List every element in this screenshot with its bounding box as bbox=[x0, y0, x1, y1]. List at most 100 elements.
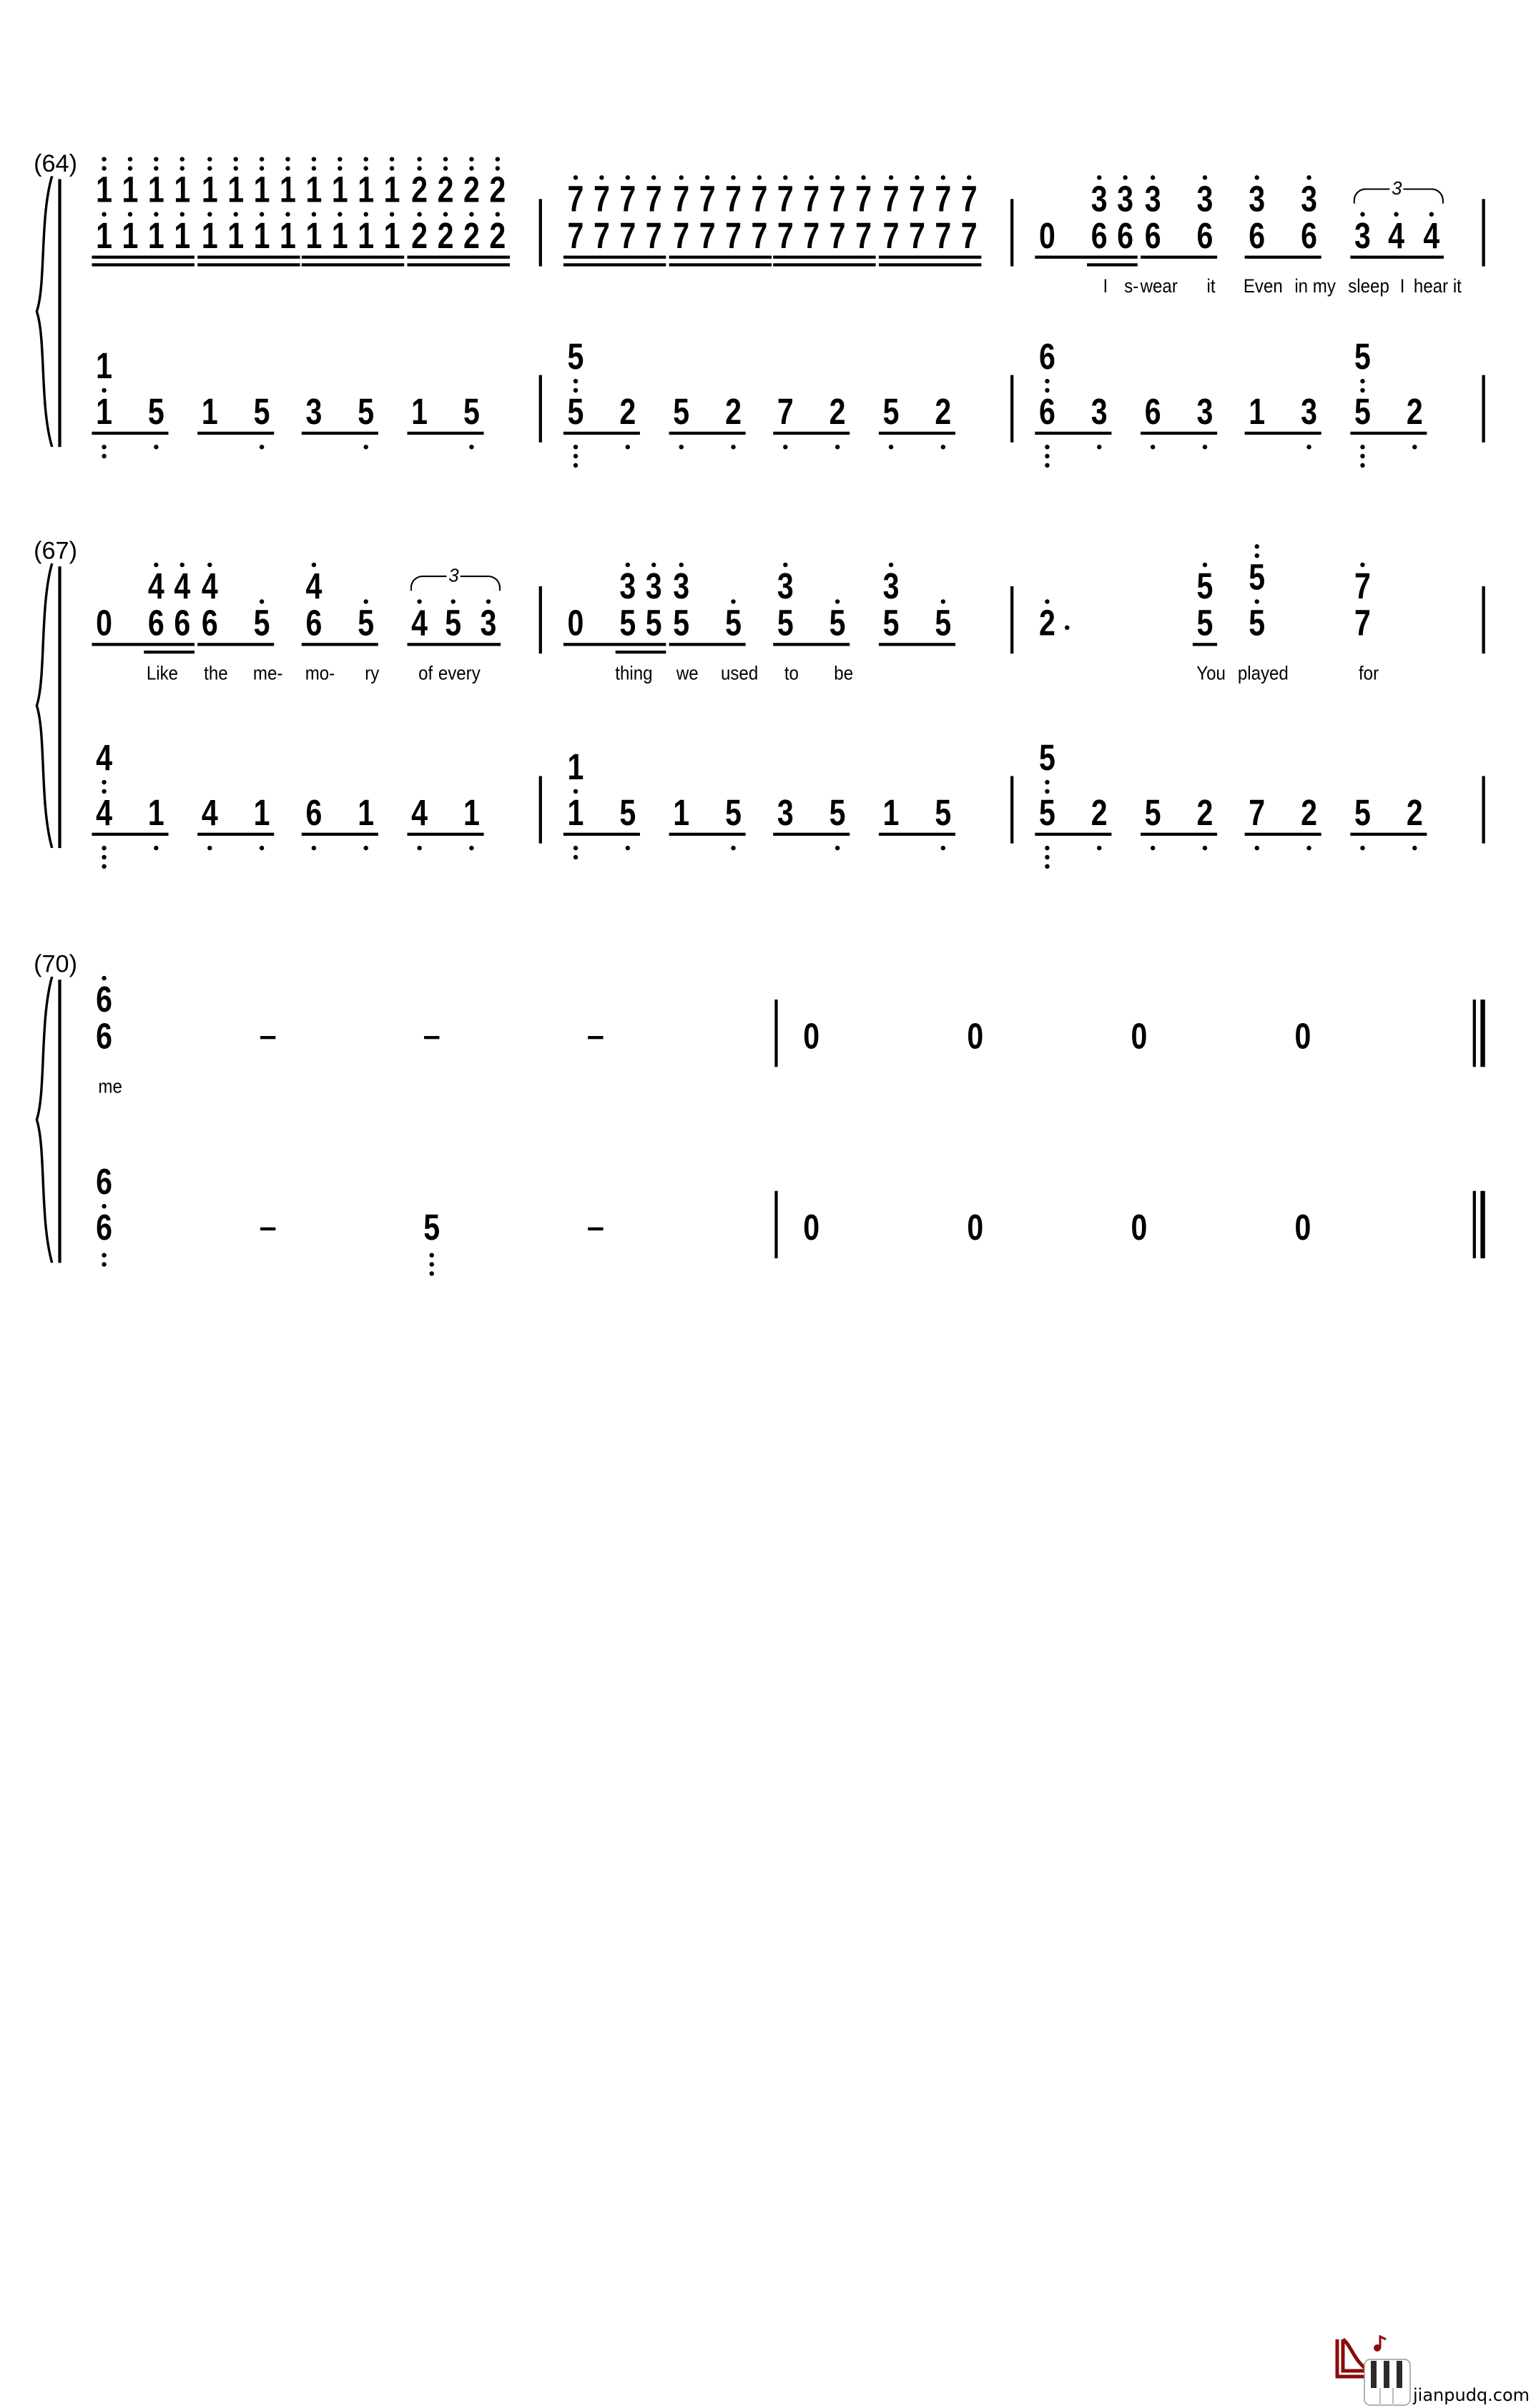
note-digit: 5 bbox=[253, 603, 270, 645]
note-digit: 7 bbox=[619, 179, 636, 221]
underline-beam bbox=[1087, 263, 1138, 267]
lyric-syllable: Even bbox=[1243, 275, 1283, 297]
note-digit: 7 bbox=[830, 179, 847, 221]
note-digit: 5 bbox=[445, 603, 462, 645]
low-octave-dot bbox=[835, 444, 840, 450]
underline-beam bbox=[668, 255, 772, 260]
note-digit: 3 bbox=[672, 566, 689, 608]
rest-note: 0 bbox=[803, 1016, 820, 1058]
logo-url: jianpudq.com bbox=[1413, 2385, 1530, 2405]
note-digit: 5 bbox=[1038, 793, 1055, 834]
note-digit: 7 bbox=[751, 179, 768, 221]
high-octave-dot bbox=[416, 166, 421, 171]
high-octave-dot bbox=[102, 166, 107, 171]
brace-icon bbox=[35, 563, 54, 849]
underline-beam bbox=[301, 263, 405, 267]
underline-beam bbox=[301, 255, 405, 260]
underline-beam bbox=[1139, 832, 1217, 837]
underline-beam bbox=[1035, 431, 1112, 435]
note-digit: 7 bbox=[777, 179, 794, 221]
high-octave-dot bbox=[364, 157, 369, 162]
note-digit: 1 bbox=[358, 215, 375, 257]
low-octave-dot bbox=[259, 444, 264, 450]
note-digit: 1 bbox=[174, 169, 192, 212]
high-octave-dot bbox=[338, 166, 343, 171]
underline-beam bbox=[1244, 431, 1322, 435]
note-digit: 4 bbox=[305, 566, 323, 608]
note-digit: 5 bbox=[724, 793, 742, 834]
low-octave-dot bbox=[940, 444, 945, 450]
underline-beam bbox=[406, 431, 484, 435]
note-digit: 1 bbox=[882, 793, 899, 834]
low-octave-dot bbox=[364, 845, 369, 851]
underline-beam bbox=[197, 431, 274, 435]
low-octave-dot bbox=[678, 444, 683, 450]
high-octave-dot bbox=[599, 175, 604, 180]
note-digit: 1 bbox=[96, 215, 113, 257]
lyric-syllable: I bbox=[1103, 275, 1108, 297]
low-octave-dot bbox=[311, 845, 317, 851]
note-digit: 5 bbox=[423, 1208, 440, 1250]
note-digit: 7 bbox=[567, 215, 584, 257]
rest-note: 0 bbox=[1294, 1208, 1311, 1250]
high-octave-dot bbox=[390, 212, 395, 217]
note-digit: 6 bbox=[96, 1016, 113, 1058]
high-octave-dot bbox=[495, 157, 500, 162]
high-octave-dot bbox=[651, 175, 657, 180]
high-octave-dot bbox=[311, 157, 317, 162]
high-octave-dot bbox=[443, 212, 448, 217]
low-octave-dot bbox=[783, 444, 788, 450]
low-octave-dot bbox=[573, 789, 579, 794]
underline-beam bbox=[92, 255, 195, 260]
note-digit: 1 bbox=[96, 345, 113, 388]
note-digit: 5 bbox=[253, 392, 270, 433]
high-octave-dot bbox=[1202, 175, 1207, 180]
low-octave-dot bbox=[1045, 845, 1050, 851]
note-digit: 1 bbox=[174, 215, 192, 257]
lyric-syllable: Like bbox=[147, 663, 179, 685]
underline-beam bbox=[197, 263, 300, 267]
low-octave-dot bbox=[1202, 845, 1207, 851]
note-digit: 3 bbox=[1301, 392, 1318, 433]
note-digit: 2 bbox=[489, 169, 506, 212]
underline-beam bbox=[563, 255, 667, 260]
note-digit: 7 bbox=[777, 392, 794, 433]
underline-beam bbox=[301, 832, 379, 837]
barline bbox=[538, 586, 542, 654]
note-digit: 2 bbox=[1196, 793, 1213, 834]
low-octave-dot bbox=[1045, 789, 1050, 794]
high-octave-dot bbox=[495, 166, 500, 171]
low-octave-dot bbox=[154, 444, 159, 450]
note-digit: 5 bbox=[1196, 566, 1213, 608]
lyric-syllable: to bbox=[784, 663, 799, 685]
note-digit: 6 bbox=[1038, 392, 1055, 433]
note-digit: 7 bbox=[751, 215, 768, 257]
note-digit: 3 bbox=[1143, 179, 1161, 221]
high-octave-dot bbox=[285, 166, 290, 171]
low-octave-dot bbox=[573, 463, 579, 468]
note-digit: 7 bbox=[1353, 603, 1370, 645]
note-digit: 2 bbox=[934, 392, 951, 433]
barline bbox=[1482, 199, 1485, 267]
note-digit: 1 bbox=[96, 392, 113, 433]
underline-beam bbox=[1192, 643, 1217, 647]
high-octave-dot bbox=[207, 562, 212, 568]
underline-beam bbox=[406, 255, 510, 260]
underline-beam bbox=[1035, 255, 1138, 260]
underline-beam bbox=[144, 650, 195, 655]
note-digit: 7 bbox=[619, 215, 636, 257]
low-octave-dot bbox=[730, 444, 736, 450]
note-digit: 1 bbox=[96, 169, 113, 212]
note-digit: 2 bbox=[436, 215, 453, 257]
underline-beam bbox=[877, 263, 982, 267]
note-digit: 7 bbox=[960, 179, 978, 221]
lyric-syllable: we bbox=[675, 663, 698, 685]
high-octave-dot bbox=[651, 562, 657, 568]
lyric-syllable: be bbox=[834, 663, 854, 685]
barline bbox=[1010, 199, 1014, 267]
note-digit: 5 bbox=[148, 392, 165, 433]
note-digit: 5 bbox=[646, 603, 663, 645]
lyric-syllable: it bbox=[1206, 275, 1216, 297]
note-digit: 1 bbox=[410, 392, 427, 433]
high-octave-dot bbox=[914, 175, 919, 180]
